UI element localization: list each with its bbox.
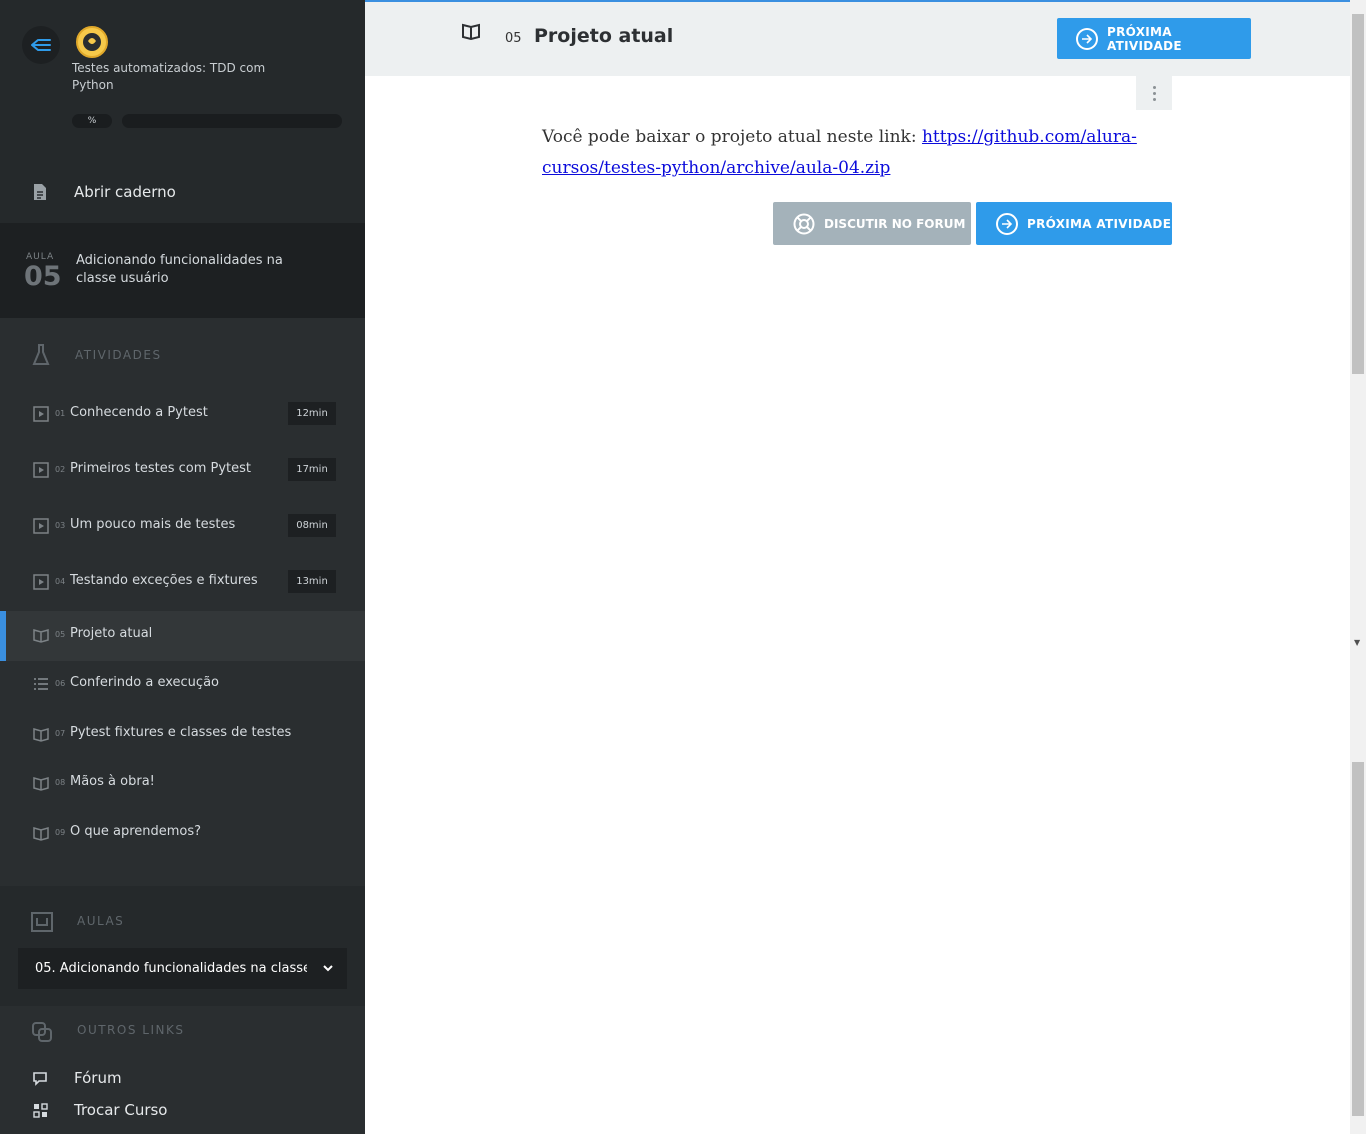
next-activity-label: PRÓXIMA ATIVIDADE — [1106, 24, 1182, 53]
forum-link[interactable]: Fórum — [0, 1066, 365, 1092]
video-icon — [33, 406, 49, 422]
activity-item-number: 05 — [55, 630, 66, 639]
activity-item[interactable]: 04 Testando exceções e fixtures 13min — [0, 558, 365, 608]
lessons-icon — [31, 912, 53, 932]
activity-item-label: Testando exceções e fixtures — [70, 573, 258, 588]
chevron-down-icon — [323, 965, 333, 972]
scroll-down-arrow-icon[interactable]: ▼ — [1354, 638, 1360, 647]
lessons-select[interactable]: 05. Adicionando funcionalidades na class… — [18, 948, 347, 989]
content-text: Você pode baixar o projeto atual neste l… — [542, 127, 922, 147]
discuss-forum-button[interactable]: DISCUTIR NO FORUM — [773, 202, 971, 245]
activity-item-label: Conhecendo a Pytest — [70, 405, 208, 420]
activity-number: 05 — [505, 31, 522, 46]
activity-item[interactable]: 03 Um pouco mais de testes 08min — [0, 502, 365, 552]
list-icon — [33, 676, 49, 692]
activity-item-label: Pytest fixtures e classes de testes — [70, 725, 292, 740]
activity-item[interactable]: 06 Conferindo a execução — [0, 660, 365, 710]
activity-duration: 12min — [288, 402, 336, 425]
page-title: Projeto atual — [534, 25, 674, 47]
forum-label: Fórum — [74, 1069, 122, 1087]
switch-course-link[interactable]: Trocar Curso — [0, 1098, 365, 1124]
arrow-left-menu-icon — [31, 39, 51, 51]
activity-item-label: Primeiros testes com Pytest — [70, 461, 252, 476]
lifebuoy-icon — [793, 213, 815, 234]
activity-item[interactable]: 02 Primeiros testes com Pytest 17min — [0, 446, 365, 496]
activity-item-number: 03 — [55, 521, 66, 530]
activity-item[interactable]: 08 Mãos à obra! — [0, 759, 365, 809]
sidebar-header: Testes automatizados: TDD com Python % — [0, 0, 365, 160]
book-icon — [33, 825, 49, 841]
progress-percent: % — [72, 114, 112, 128]
activity-content: Você pode baixar o projeto atual neste l… — [542, 122, 1142, 184]
book-icon — [33, 775, 49, 791]
sidebar: Testes automatizados: TDD com Python % A… — [0, 0, 365, 1134]
course-name: Testes automatizados: TDD com Python — [72, 61, 266, 92]
flask-icon — [32, 344, 50, 365]
next-activity-button-top[interactable]: PRÓXIMA ATIVIDADE — [1057, 18, 1251, 59]
activity-item-number: 08 — [55, 778, 66, 787]
discuss-forum-label: DISCUTIR NO FORUM — [824, 216, 966, 231]
course-logo-icon — [76, 26, 108, 58]
scrollbar-thumb-lower[interactable] — [1352, 762, 1364, 1116]
lesson-title: Adicionando funcionalidades na classe us… — [76, 253, 283, 286]
switch-course-icon — [33, 1103, 48, 1118]
forum-icon — [33, 1072, 47, 1086]
activity-item-label: O que aprendemos? — [70, 824, 202, 839]
activity-item-label: Um pouco mais de testes — [70, 517, 236, 532]
activity-item-number: 09 — [55, 828, 66, 837]
progress-bar — [122, 114, 342, 128]
video-icon — [33, 518, 49, 534]
next-activity-label: PRÓXIMA ATIVIDADE — [1027, 216, 1172, 231]
document-icon — [34, 184, 46, 200]
activity-item-label: Projeto atual — [70, 626, 153, 641]
activity-item[interactable]: 07 Pytest fixtures e classes de testes — [0, 710, 365, 760]
open-notebook-label: Abrir caderno — [74, 183, 176, 201]
switch-course-label: Trocar Curso — [74, 1101, 168, 1119]
more-options-button[interactable] — [1136, 76, 1172, 110]
arrow-right-circle-icon — [996, 212, 1018, 235]
open-notebook-link[interactable]: Abrir caderno — [0, 160, 365, 223]
activity-item[interactable]: 05 Projeto atual — [0, 611, 365, 661]
activity-item[interactable]: 01 Conhecendo a Pytest 12min — [0, 390, 365, 440]
activity-duration: 17min — [288, 458, 336, 481]
back-button[interactable] — [22, 26, 60, 64]
lessons-select-value: 05. Adicionando funcionalidades na class… — [35, 961, 307, 976]
activity-item[interactable]: 09 O que aprendemos? — [0, 809, 365, 859]
activity-item-number: 06 — [55, 679, 66, 688]
current-lesson: AULA 05 Adicionando funcionalidades na c… — [0, 223, 365, 318]
activity-item-number: 01 — [55, 409, 66, 418]
activity-item-number: 04 — [55, 577, 66, 586]
activity-duration: 13min — [288, 570, 336, 593]
aulas-title: AULAS — [77, 914, 125, 928]
book-icon — [33, 627, 49, 643]
activity-item-number: 07 — [55, 729, 66, 738]
chain-link-icon — [32, 1022, 52, 1042]
activity-item-number: 02 — [55, 465, 66, 474]
book-icon — [462, 23, 480, 40]
book-icon — [33, 726, 49, 742]
arrow-right-circle-icon — [1076, 27, 1098, 50]
video-icon — [33, 462, 49, 478]
activity-item-label: Conferindo a execução — [70, 675, 219, 690]
activities-title: ATIVIDADES — [75, 348, 162, 362]
next-activity-button[interactable]: PRÓXIMA ATIVIDADE — [976, 202, 1172, 245]
video-icon — [33, 574, 49, 590]
activity-item-label: Mãos à obra! — [70, 774, 155, 789]
activity-duration: 08min — [288, 514, 336, 537]
other-links-title: OUTROS LINKS — [77, 1023, 185, 1037]
lesson-number: 05 — [24, 261, 62, 292]
scrollbar-thumb[interactable] — [1352, 14, 1364, 374]
